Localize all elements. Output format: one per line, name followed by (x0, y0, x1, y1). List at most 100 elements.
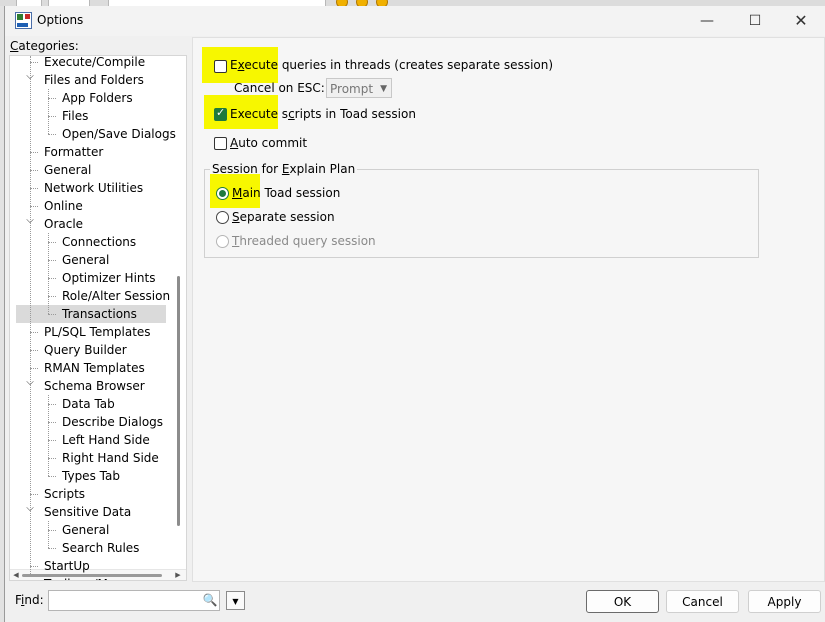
tree-item-label: Query Builder (44, 343, 127, 357)
minimize-icon[interactable]: — (694, 10, 720, 32)
tree-guide-line (48, 116, 56, 117)
tree-guide-line (30, 332, 38, 333)
tree-item[interactable]: Role/Alter Session (10, 287, 170, 305)
find-dropdown-button[interactable]: ▼ (226, 591, 245, 610)
tree-item[interactable]: Open/Save Dialogs (10, 125, 176, 143)
tree-item[interactable]: Left Hand Side (10, 431, 170, 449)
tree-guide-line (30, 566, 38, 567)
categories-label: Categories: (10, 39, 79, 53)
tree-guide-line (48, 233, 49, 314)
tree-item[interactable]: Transactions (16, 305, 166, 323)
tree-item-label: App Folders (62, 91, 133, 105)
tree-item[interactable]: Right Hand Side (10, 449, 170, 467)
find-input[interactable] (48, 590, 220, 611)
tree-item-label: Sensitive Data (44, 505, 132, 519)
tree-item-label: Transactions (62, 307, 137, 321)
tree-item-label: StartUp (44, 559, 90, 573)
tree-guide-line (48, 404, 56, 405)
find-label: Find: (15, 593, 44, 607)
maximize-icon[interactable]: ☐ (742, 10, 768, 32)
title-bar: Options — ☐ ✕ (5, 6, 825, 36)
execute-scripts-toad-label: Execute scripts in Toad session (230, 107, 416, 121)
execute-queries-threads-checkbox[interactable] (214, 60, 227, 73)
cancel-button[interactable]: Cancel (666, 590, 739, 613)
window-title: Options (37, 13, 84, 27)
tree-guide-line (30, 350, 38, 351)
tree-item-label: Types Tab (62, 469, 120, 483)
tree-item[interactable]: Files (10, 107, 170, 125)
apply-button[interactable]: Apply (748, 590, 821, 613)
execute-scripts-toad-checkbox[interactable] (214, 106, 227, 121)
tree-item[interactable]: Connections (10, 233, 170, 251)
chevron-down-icon: ▼ (232, 597, 239, 606)
tree-guide-line (30, 494, 38, 495)
ok-button[interactable]: OK (586, 590, 659, 613)
tree-guide-line (48, 476, 56, 477)
tree-item-label: Optimizer Hints (62, 271, 156, 285)
threaded-query-session-radio (216, 235, 229, 248)
tree-item-label: General (62, 253, 110, 267)
tree-item-label: Describe Dialogs (62, 415, 164, 429)
close-icon[interactable]: ✕ (788, 10, 814, 32)
tree-guide-line (48, 296, 56, 297)
tree-guide-line (48, 242, 56, 243)
tree-item[interactable]: Describe Dialogs (10, 413, 170, 431)
tree-item-label: Search Rules (62, 541, 140, 555)
tree-item-label: Connections (62, 235, 137, 249)
scroll-right-icon[interactable]: ▶ (173, 571, 183, 579)
tree-vertical-scrollbar[interactable] (177, 276, 180, 526)
tree-item-label: Execute/Compile (44, 55, 146, 69)
tree-item-label: Data Tab (62, 397, 115, 411)
chevron-down-icon: ▼ (380, 84, 387, 94)
tree-item-label: Open/Save Dialogs (62, 127, 176, 141)
tree-guide-line (30, 56, 31, 576)
auto-commit-checkbox[interactable] (214, 137, 227, 150)
tree-item-label: Formatter (44, 145, 104, 159)
tree-item-label: PL/SQL Templates (44, 325, 151, 339)
tree-guide-line (48, 89, 49, 134)
settings-panel: Execute queries in threads (creates sepa… (192, 37, 825, 582)
explain-plan-group: Session for Explain Plan Main Toad sessi… (204, 162, 759, 258)
search-icon[interactable]: 🔍 (201, 591, 219, 609)
tree-guide-line (30, 62, 38, 63)
tree-item-label: Online (44, 199, 83, 213)
tree-guide-line (30, 188, 38, 189)
main-toad-session-label: Main Toad session (232, 186, 341, 200)
tree-item-label: Left Hand Side (62, 433, 150, 447)
tree-guide-line (30, 170, 38, 171)
auto-commit-label: Auto commit (230, 136, 308, 150)
tree-item-label: Scripts (44, 487, 86, 501)
tree-guide-line (30, 368, 38, 369)
tree-guide-line (48, 314, 56, 315)
cancel-on-esc-label: Cancel on ESC: (234, 81, 325, 95)
tree-guide-line (30, 152, 38, 153)
tree-item-label: Network Utilities (44, 181, 144, 195)
tree-item[interactable]: Toolbars/Menus (10, 575, 170, 580)
tree-item[interactable]: Execute/Compile (10, 55, 170, 71)
tree-item[interactable]: General (10, 521, 170, 539)
tree-item-label: RMAN Templates (44, 361, 145, 375)
threaded-query-session-label: Threaded query session (232, 234, 376, 248)
tree-item-label: Toolbars/Menus (44, 575, 137, 580)
separate-session-label: Separate session (232, 210, 335, 224)
tree-guide-line (48, 530, 56, 531)
tree-item-label: General (44, 163, 92, 177)
tree-item-label: Files (62, 109, 89, 123)
tree-item-label: Role/Alter Session (62, 289, 171, 303)
separate-session-radio[interactable] (216, 211, 229, 224)
tree-item[interactable]: App Folders (10, 89, 170, 107)
tree-item[interactable]: Data Tab (10, 395, 170, 413)
tree-guide-line (48, 521, 49, 548)
categories-tree[interactable]: ◀ ▶ Execute/Compile Files and Folders ⌵ App… (9, 55, 187, 581)
tree-guide-line (48, 278, 56, 279)
tree-guide-line (48, 395, 49, 476)
tree-guide-line (48, 134, 56, 135)
tree-item[interactable]: General (10, 251, 170, 269)
options-dialog: Options — ☐ ✕ Categories: ◀ ▶ Execute/Co… (4, 6, 825, 622)
tree-item[interactable]: Optimizer Hints (10, 269, 170, 287)
tree-item[interactable]: Types Tab (10, 467, 170, 485)
tree-item-label: Files and Folders (44, 73, 144, 87)
cancel-on-esc-select[interactable]: Prompt ▼ (326, 78, 392, 98)
main-toad-session-radio[interactable] (216, 187, 229, 200)
tree-item[interactable]: Search Rules (10, 539, 170, 557)
